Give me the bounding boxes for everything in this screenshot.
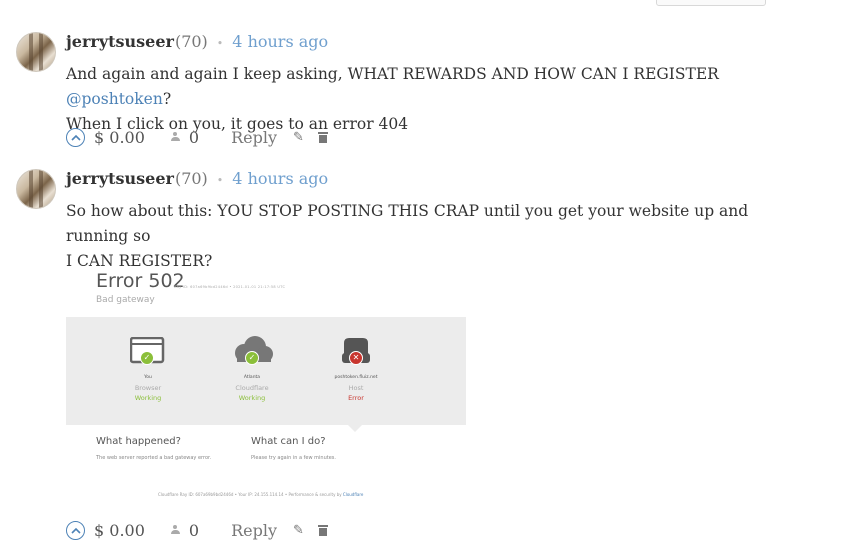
voters-icon[interactable] [170,132,183,142]
node-status: Error [348,394,364,402]
avatar[interactable] [16,169,56,209]
error-badge-icon: ✕ [349,351,363,365]
embedded-error-screenshot[interactable]: Error 502 Ray ID: 607a69b9bd2446d • 2021… [66,267,466,507]
error-subtitle: Bad gateway [96,295,155,305]
node-type: Cloudflare [235,384,269,392]
comment-body: So how about this: YOU STOP POSTING THIS… [66,199,786,274]
comment-meta: jerrytsuseer (70) • 4 hours ago [66,32,328,54]
voters-count[interactable]: 0 [189,128,199,147]
upvote-icon[interactable] [66,520,85,540]
node-name: Atlanta [243,375,261,380]
voters-count[interactable]: 0 [189,521,199,540]
check-badge-icon: ✓ [245,351,259,365]
what-can-i-do-text: Please try again in a few minutes. [251,455,336,461]
node-type: Browser [134,384,162,392]
comment-meta: jerrytsuseer (70) • 4 hours ago [66,169,328,191]
node-cloudflare: ✓ Atlanta Cloudflare Working [202,335,302,402]
author-name[interactable]: jerrytsuseer [66,32,174,51]
error-ray-id: Ray ID: 607a69b9bd2446d • 2021-01-01 21:… [174,285,286,289]
partial-button[interactable] [656,0,766,6]
comment-timestamp-link[interactable]: 4 hours ago [232,169,328,188]
comment-body-line: And again and again I keep asking, WHAT … [66,65,719,83]
upvote-icon[interactable] [66,127,85,147]
comment-timestamp-link[interactable]: 4 hours ago [232,32,328,51]
comment-body-line: So how about this: YOU STOP POSTING THIS… [66,202,749,245]
check-badge-icon: ✓ [140,351,154,365]
node-status: Working [238,394,266,402]
comment-actions: $ 0.00 0 Reply ✎ [66,126,328,148]
status-band: ✓ You Browser Working ✓ Atlanta Cloudfla… [66,317,466,425]
meta-separator: • [216,174,224,187]
comment-body-punct: ? [162,90,172,108]
avatar[interactable] [16,32,56,72]
what-happened-text: The web server reported a bad gateway er… [96,455,212,461]
payout-value[interactable]: $ 0.00 [94,128,145,147]
payout-value[interactable]: $ 0.00 [94,521,145,540]
meta-separator: • [216,37,224,50]
what-can-i-do-heading: What can I do? [251,436,326,447]
node-browser: ✓ You Browser Working [98,335,198,402]
footer-link[interactable]: Cloudflare [343,492,363,497]
error-footer: Cloudflare Ray ID: 607a69b9bd2446d • You… [158,492,363,497]
what-happened-heading: What happened? [96,436,181,447]
node-status: Working [134,394,162,402]
reply-button[interactable]: Reply [231,521,277,540]
pencil-icon[interactable]: ✎ [293,523,304,538]
author-reputation: (70) [174,169,208,188]
voters-icon[interactable] [170,525,183,535]
node-name: You [144,375,152,380]
mention-link[interactable]: @poshtoken [66,90,163,108]
node-type: Host [348,384,364,392]
comment-actions: $ 0.00 0 Reply ✎ [66,519,328,541]
footer-text: Cloudflare Ray ID: 607a69b9bd2446d • You… [158,492,343,497]
author-reputation: (70) [174,32,208,51]
node-name: poshtoken.fluiz.net [334,375,378,380]
trash-icon[interactable] [317,131,328,143]
pencil-icon[interactable]: ✎ [293,130,304,145]
reply-button[interactable]: Reply [231,128,277,147]
author-name[interactable]: jerrytsuseer [66,169,174,188]
error-title: Error 502 [96,270,185,292]
trash-icon[interactable] [317,524,328,536]
node-host: ✕ poshtoken.fluiz.net Host Error [306,335,406,402]
status-pointer [348,425,362,432]
